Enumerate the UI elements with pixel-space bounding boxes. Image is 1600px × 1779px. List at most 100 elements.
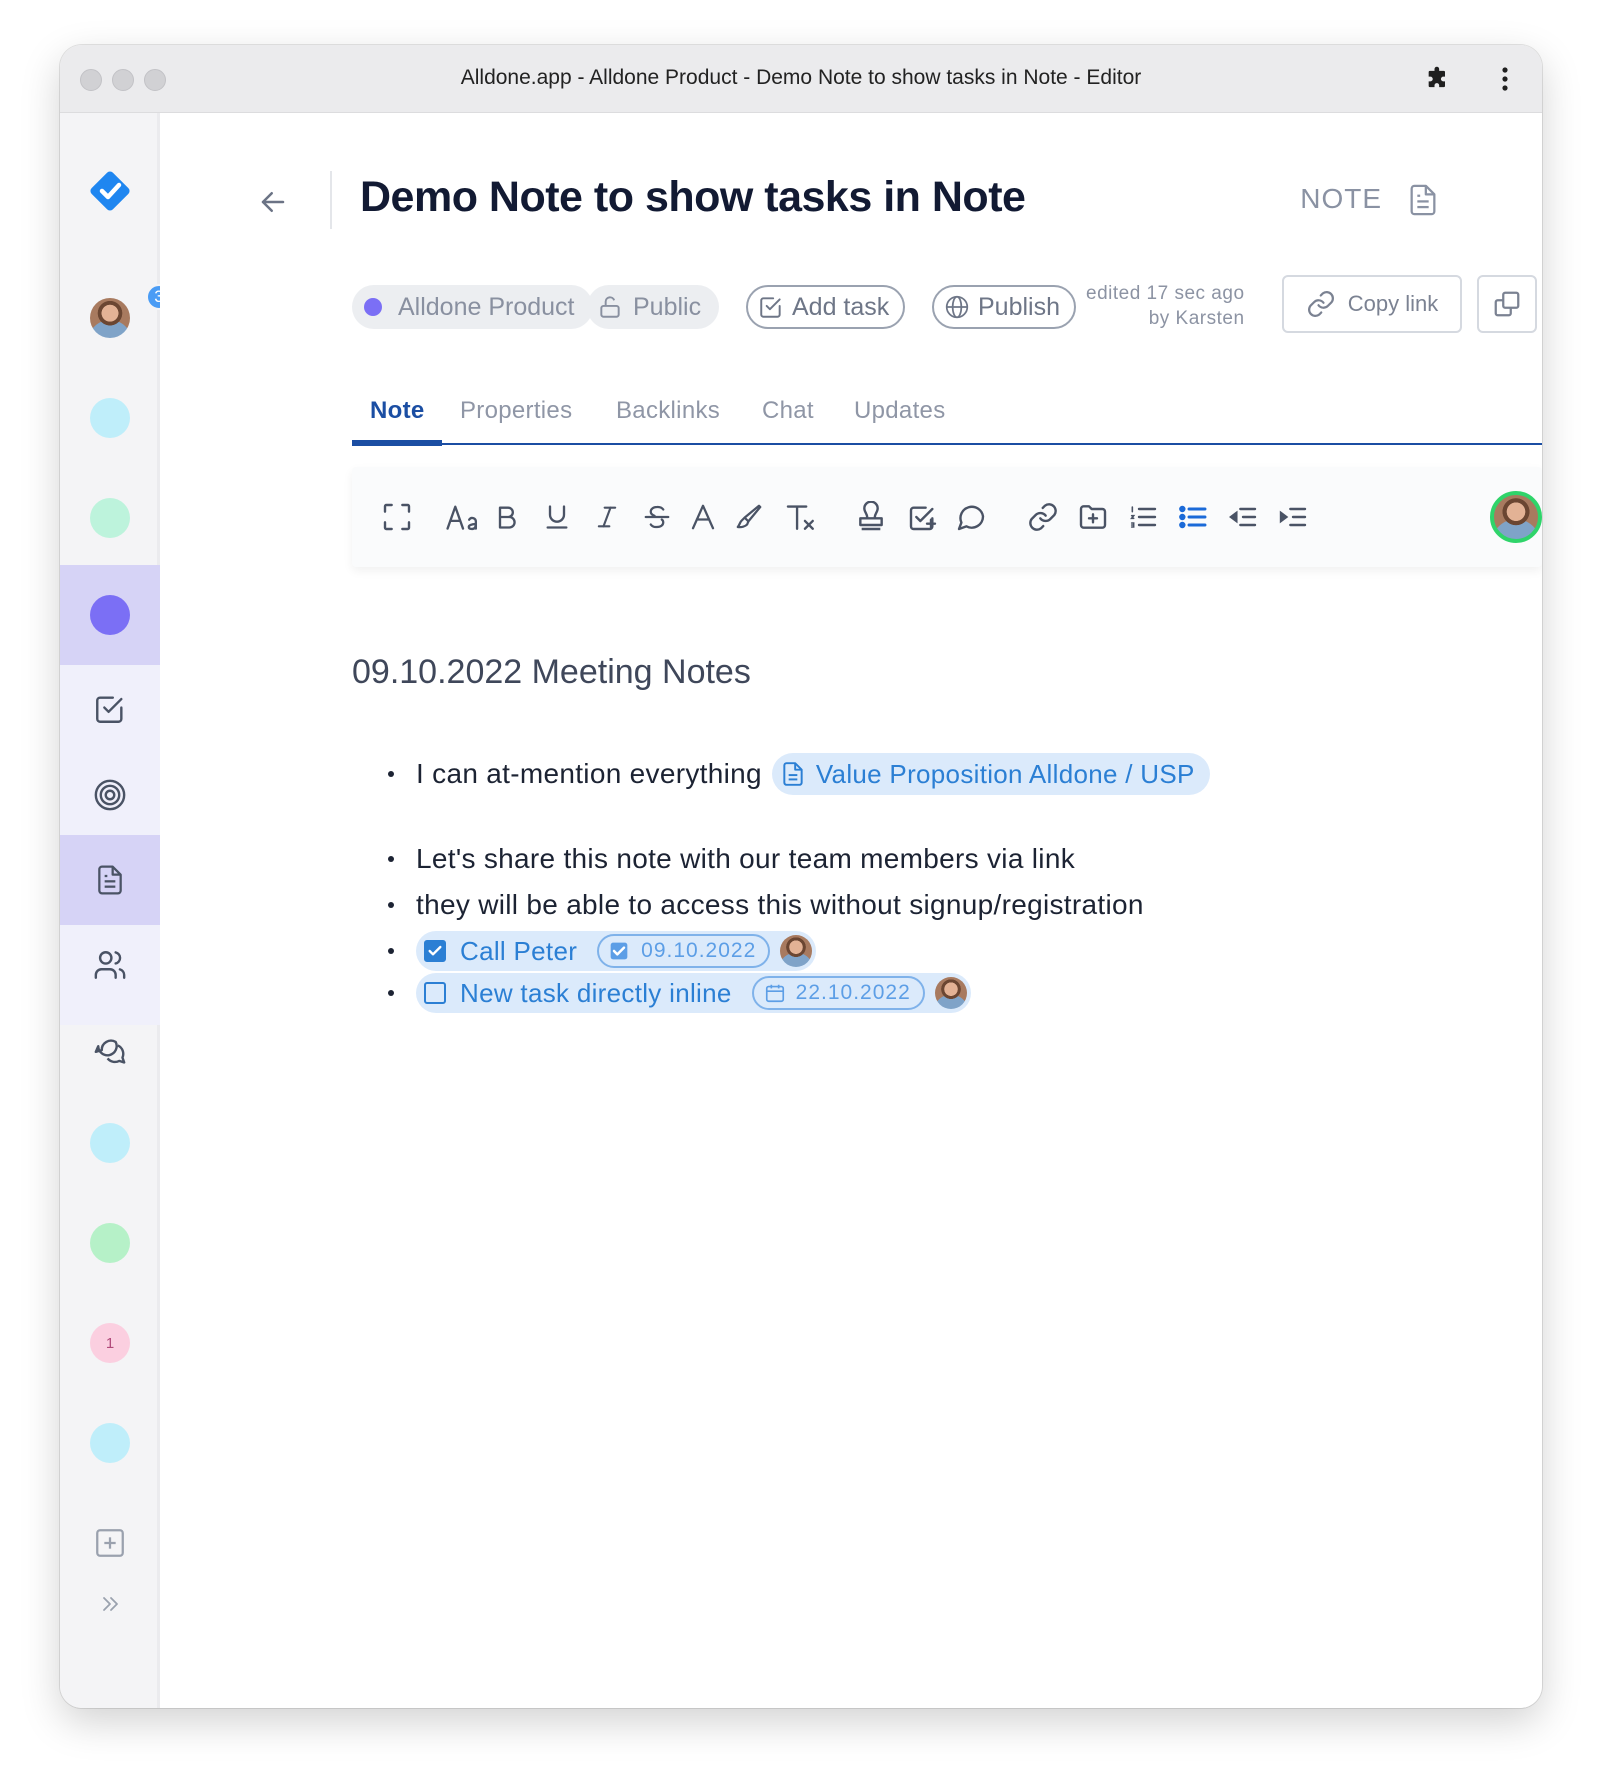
tab-properties[interactable]: Properties bbox=[460, 397, 572, 425]
chat-bubbles-icon bbox=[94, 1039, 126, 1064]
sidebar-item-goals[interactable] bbox=[60, 761, 160, 829]
tab-updates[interactable]: Updates bbox=[854, 397, 946, 425]
indent-icon[interactable] bbox=[1274, 497, 1312, 537]
list-item: they will be able to access this without… bbox=[388, 889, 1144, 921]
sidebar-item-notes[interactable] bbox=[60, 835, 160, 925]
mention-label: Value Proposition Alldone / USP bbox=[815, 758, 1195, 789]
list-item: I can at-mention everything Value Propos… bbox=[388, 753, 1210, 795]
ordered-list-icon[interactable] bbox=[1124, 497, 1162, 537]
object-type-label: NOTE bbox=[1300, 183, 1382, 214]
project-dot-cyan[interactable] bbox=[60, 388, 160, 448]
main-content: Demo Note to show tasks in Note NOTE All… bbox=[160, 113, 1542, 1708]
more-menu-icon[interactable] bbox=[1498, 65, 1512, 98]
font-color-icon[interactable] bbox=[684, 497, 722, 537]
privacy-chip-label: Public bbox=[633, 292, 702, 321]
project-dot-pink[interactable]: 1 bbox=[60, 1313, 160, 1373]
project-dot-cyan-2[interactable] bbox=[60, 1113, 160, 1173]
insert-file-icon[interactable] bbox=[1074, 497, 1112, 537]
copy-link-label: Copy link bbox=[1347, 291, 1439, 316]
calendar-icon bbox=[765, 984, 784, 1003]
add-task-icon[interactable] bbox=[904, 497, 942, 537]
assignee-avatar[interactable] bbox=[780, 935, 813, 967]
arrow-left-icon bbox=[261, 192, 285, 212]
title-bar: Alldone.app - Alldone Product - Demo Not… bbox=[60, 45, 1542, 113]
note-editor[interactable]: 09.10.2022 Meeting Notes I can at-mentio… bbox=[352, 653, 1210, 1013]
note-mention-chip[interactable]: Value Proposition Alldone / USP bbox=[771, 753, 1210, 795]
globe-icon bbox=[945, 295, 969, 319]
task-label: New task directly inline bbox=[460, 977, 732, 1008]
user-avatar[interactable]: 3 bbox=[60, 284, 172, 348]
underline-icon[interactable] bbox=[538, 497, 576, 537]
task-due-date[interactable]: 09.10.2022 bbox=[597, 934, 771, 968]
text-size-icon[interactable] bbox=[444, 497, 482, 537]
tab-note[interactable]: Note bbox=[370, 397, 425, 425]
add-square-icon bbox=[96, 1529, 124, 1557]
copy-icon bbox=[1494, 291, 1520, 317]
tasks-checkbox-icon bbox=[96, 696, 123, 723]
stamp-icon[interactable] bbox=[852, 497, 890, 537]
project-dot-mint[interactable] bbox=[60, 488, 160, 548]
project-alldone-product[interactable] bbox=[60, 565, 160, 665]
privacy-chip[interactable]: Public bbox=[587, 285, 720, 329]
alldone-logo-icon[interactable] bbox=[60, 161, 160, 221]
sidebar: 3 1 bbox=[60, 113, 172, 1708]
task-due-date[interactable]: 22.10.2022 bbox=[751, 976, 925, 1010]
task-check-icon bbox=[760, 297, 781, 318]
project-chip[interactable]: Alldone Product bbox=[352, 285, 593, 329]
task-checkbox-checked[interactable] bbox=[424, 940, 446, 962]
strikethrough-icon[interactable] bbox=[638, 497, 676, 537]
note-heading: 09.10.2022 Meeting Notes bbox=[352, 653, 751, 691]
add-task-button[interactable]: Add task bbox=[746, 285, 906, 329]
comment-icon[interactable] bbox=[952, 497, 990, 537]
tab-chat[interactable]: Chat bbox=[762, 397, 814, 425]
window-title: Alldone.app - Alldone Product - Demo Not… bbox=[460, 66, 1142, 89]
list-item-text: they will be able to access this without… bbox=[416, 889, 1144, 920]
back-button[interactable] bbox=[256, 187, 290, 222]
bold-icon[interactable] bbox=[488, 497, 526, 537]
sidebar-item-chats[interactable] bbox=[60, 1015, 160, 1083]
italic-icon[interactable] bbox=[588, 497, 626, 537]
project-chip-label: Alldone Product bbox=[398, 292, 575, 321]
page-title[interactable]: Demo Note to show tasks in Note bbox=[360, 173, 1026, 222]
link-icon bbox=[1307, 291, 1334, 317]
sidebar-item-contacts[interactable] bbox=[60, 931, 160, 999]
checkmark-icon bbox=[428, 945, 442, 956]
people-icon bbox=[94, 951, 126, 979]
list-item-text: Let's share this note with our team memb… bbox=[416, 843, 1075, 874]
link-icon[interactable] bbox=[1024, 497, 1062, 537]
task-label: Call Peter bbox=[460, 935, 578, 966]
publish-label: Publish bbox=[978, 292, 1060, 321]
add-task-label: Add task bbox=[792, 292, 890, 321]
collaborator-avatar[interactable] bbox=[1490, 491, 1542, 543]
extensions-puzzle-icon[interactable] bbox=[1424, 65, 1452, 98]
outdent-icon[interactable] bbox=[1224, 497, 1262, 537]
header-divider bbox=[330, 171, 332, 229]
list-item: Call Peter 09.10.2022 bbox=[388, 931, 817, 971]
edited-by: by Karsten bbox=[1148, 308, 1245, 329]
app-window: Alldone.app - Alldone Product - Demo Not… bbox=[60, 45, 1542, 1708]
list-item: New task directly inline 22.10.2022 bbox=[388, 973, 971, 1013]
duplicate-button[interactable] bbox=[1477, 275, 1537, 333]
add-project-button[interactable] bbox=[60, 1513, 160, 1573]
tab-bar: Note Properties Backlinks Chat Updates bbox=[352, 397, 1542, 447]
inline-task-call-peter[interactable]: Call Peter 09.10.2022 bbox=[416, 931, 817, 971]
list-item: Let's share this note with our team memb… bbox=[388, 843, 1075, 875]
clear-format-icon[interactable] bbox=[782, 497, 820, 537]
expand-sidebar-button[interactable] bbox=[60, 1579, 160, 1629]
tab-backlinks[interactable]: Backlinks bbox=[616, 397, 720, 425]
publish-button[interactable]: Publish bbox=[932, 285, 1076, 329]
highlight-brush-icon[interactable] bbox=[730, 497, 768, 537]
inline-task-new-task[interactable]: New task directly inline 22.10.2022 bbox=[416, 973, 971, 1013]
fullscreen-icon[interactable] bbox=[378, 497, 416, 537]
note-document-icon bbox=[98, 865, 122, 895]
avatar bbox=[90, 298, 130, 338]
sidebar-item-tasks[interactable] bbox=[60, 675, 160, 743]
assignee-avatar[interactable] bbox=[934, 977, 967, 1009]
copy-link-button[interactable]: Copy link bbox=[1282, 275, 1462, 333]
project-dot-green[interactable] bbox=[60, 1213, 160, 1273]
editor-toolbar bbox=[352, 467, 1542, 567]
project-dot-cyan-3[interactable] bbox=[60, 1413, 160, 1473]
bullet-list-icon[interactable] bbox=[1174, 497, 1212, 537]
task-checkbox-unchecked[interactable] bbox=[424, 982, 446, 1004]
target-icon bbox=[94, 779, 126, 811]
